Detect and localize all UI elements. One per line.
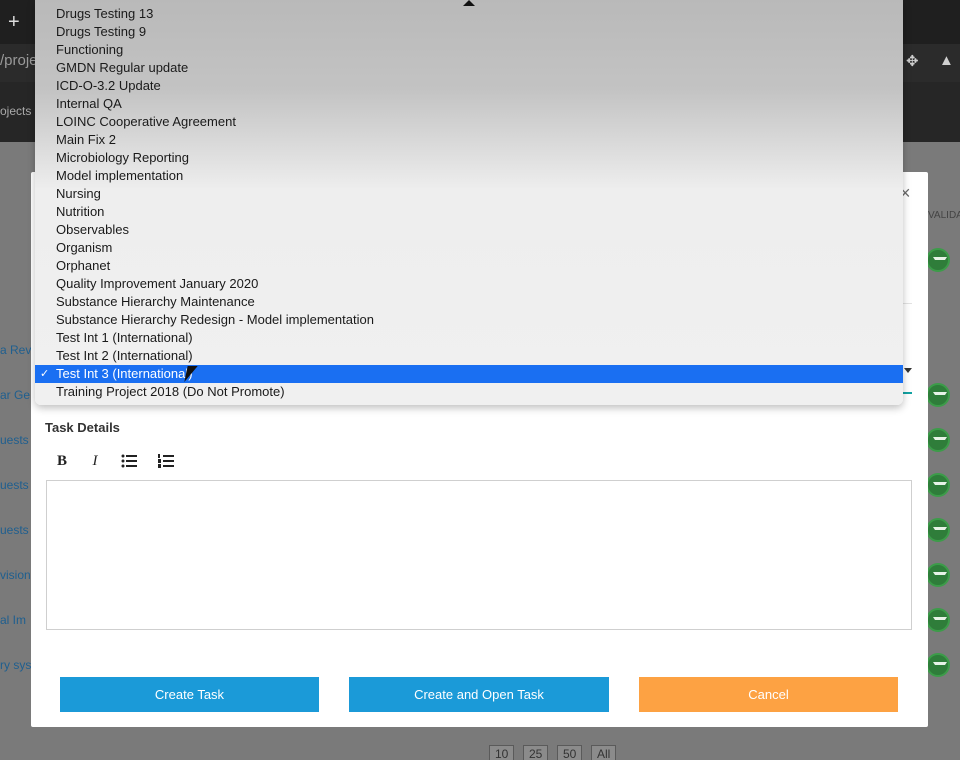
dropdown-option[interactable]: Substance Hierarchy Maintenance <box>35 293 903 311</box>
validation-badge-icon <box>926 653 950 677</box>
dropdown-option-label: Orphanet <box>56 258 111 273</box>
page-size-button: 50 <box>557 745 583 760</box>
dropdown-option[interactable]: Orphanet <box>35 257 903 275</box>
background-row-link: ar Ge <box>0 388 31 402</box>
project-dropdown-list[interactable]: Drugs Testing 13 Drugs Testing 9 Functioni… <box>35 0 903 405</box>
dropdown-option[interactable]: Nutrition <box>35 203 903 221</box>
dropdown-option[interactable]: Functioning <box>35 41 903 59</box>
validation-badge-icon <box>926 248 950 272</box>
dropdown-option-label: Test Int 3 (International) <box>56 366 193 381</box>
dropdown-option-label: Organism <box>56 240 113 255</box>
nav-projects-link[interactable]: ojects <box>0 104 31 118</box>
dropdown-option-label: Drugs Testing 13 <box>56 6 154 21</box>
angular-extension-icon[interactable]: ▲ <box>939 52 954 69</box>
dropdown-option[interactable]: Nursing <box>35 185 903 203</box>
dropdown-option[interactable]: Observables <box>35 221 903 239</box>
background-row-link: vision <box>0 568 31 582</box>
validation-badge-icon <box>926 518 950 542</box>
dropdown-option[interactable]: Microbiology Reporting <box>35 149 903 167</box>
dropdown-option-label: Model implementation <box>56 168 184 183</box>
dropdown-option-label: Functioning <box>56 42 124 57</box>
bulleted-list-icon[interactable] <box>118 452 140 470</box>
dropdown-option-label: Substance Hierarchy Maintenance <box>56 294 255 309</box>
dropdown-option[interactable]: Drugs Testing 9 <box>35 23 903 41</box>
dropdown-option[interactable]: Internal QA <box>35 95 903 113</box>
dropdown-option-label: Main Fix 2 <box>56 132 116 147</box>
page-size-button: 10 <box>489 745 515 760</box>
checkmark-icon: ✓ <box>40 368 50 380</box>
dropdown-option[interactable]: LOINC Cooperative Agreement <box>35 113 903 131</box>
page-size-button: All <box>591 745 617 760</box>
numbered-list-icon[interactable] <box>155 452 177 470</box>
dropdown-option[interactable]: Model implementation <box>35 167 903 185</box>
dropdown-option[interactable]: Main Fix 2 <box>35 131 903 149</box>
dropdown-option[interactable]: GMDN Regular update <box>35 59 903 77</box>
dropdown-option-label: LOINC Cooperative Agreement <box>56 114 236 129</box>
dropdown-option[interactable]: Quality Improvement January 2020 <box>35 275 903 293</box>
background-row-link: uests <box>0 478 29 492</box>
background-row-link: uests <box>0 433 29 447</box>
address-url[interactable]: /proje <box>0 52 38 69</box>
task-details-label: Task Details <box>45 420 120 435</box>
dropdown-option-label: Test Int 1 (International) <box>56 330 193 345</box>
dropdown-option-label: ICD-O-3.2 Update <box>56 78 161 93</box>
dropdown-option-label: Training Project 2018 (Do Not Promote) <box>56 384 285 399</box>
background-row-link: uests <box>0 523 29 537</box>
background-row-link: ry sys <box>0 658 32 672</box>
create-and-open-task-button[interactable]: Create and Open Task <box>349 677 609 712</box>
dropdown-option[interactable]: Test Int 2 (International) <box>35 347 903 365</box>
dropdown-option-label: Nutrition <box>56 204 105 219</box>
dropdown-option-label: Drugs Testing 9 <box>56 24 147 39</box>
dropdown-option[interactable]: ✓ Test Int 3 (International) <box>35 365 903 383</box>
dropdown-option-label: Quality Improvement January 2020 <box>56 276 259 291</box>
column-header-validation: VALIDA <box>928 210 960 221</box>
dropdown-option-label: Internal QA <box>56 96 122 111</box>
italic-button[interactable]: I <box>84 452 106 470</box>
background-row-link: a Revi <box>0 343 35 357</box>
chevron-down-icon[interactable] <box>904 368 912 373</box>
create-task-button[interactable]: Create Task <box>60 677 319 712</box>
dropdown-option-label: Test Int 2 (International) <box>56 348 193 363</box>
validation-badge-icon <box>926 383 950 407</box>
task-details-editor[interactable] <box>46 480 912 630</box>
extension-move-icon[interactable]: ✥ <box>906 52 919 70</box>
validation-badge-icon <box>926 428 950 452</box>
page-size-button: 25 <box>523 745 549 760</box>
dropdown-option-label: Observables <box>56 222 129 237</box>
dropdown-option-label: Substance Hierarchy Redesign - Model imp… <box>56 312 374 327</box>
validation-badge-icon <box>926 608 950 632</box>
cancel-button[interactable]: Cancel <box>639 677 898 712</box>
dropdown-option-label: Microbiology Reporting <box>56 150 189 165</box>
validation-badge-icon <box>926 473 950 497</box>
dropdown-option[interactable]: Test Int 1 (International) <box>35 329 903 347</box>
bold-button[interactable]: B <box>51 452 73 470</box>
new-tab-button[interactable]: + <box>8 12 20 32</box>
dropdown-option[interactable]: Substance Hierarchy Redesign - Model imp… <box>35 311 903 329</box>
dropdown-option[interactable]: Training Project 2018 (Do Not Promote) <box>35 383 903 401</box>
background-row-link: al Im <box>0 613 27 627</box>
dropdown-option[interactable]: ICD-O-3.2 Update <box>35 77 903 95</box>
dropdown-option-label: Nursing <box>56 186 101 201</box>
dropdown-option[interactable]: Organism <box>35 239 903 257</box>
validation-badge-icon <box>926 563 950 587</box>
dropdown-option[interactable]: Drugs Testing 13 <box>35 5 903 23</box>
dropdown-option-label: GMDN Regular update <box>56 60 189 75</box>
